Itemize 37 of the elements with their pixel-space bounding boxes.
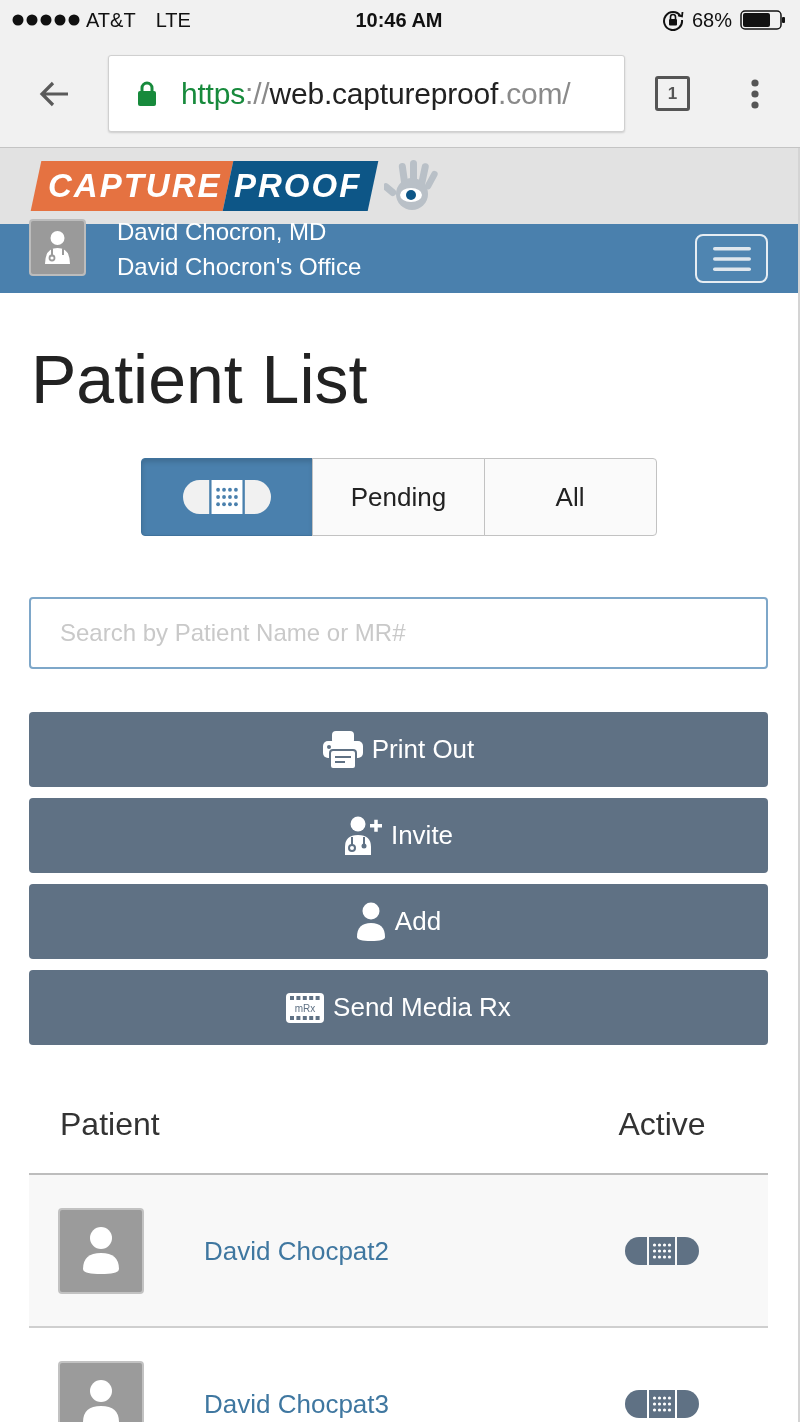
hamburger-menu-icon xyxy=(712,246,751,271)
url-text: https://web.captureproof.com/ xyxy=(181,76,571,111)
battery-percent: 68% xyxy=(691,8,732,32)
invite-button[interactable]: Invite xyxy=(29,798,768,873)
filter-tab[interactable] xyxy=(140,458,314,536)
column-header: Patient xyxy=(60,1105,160,1143)
person-icon xyxy=(355,901,386,942)
hand-eye-icon xyxy=(383,160,440,212)
tab-switcher-button[interactable]: 1 xyxy=(655,76,690,111)
status-time: 10:46 AM xyxy=(355,8,443,32)
film-strip-icon: mRx xyxy=(286,992,325,1023)
url-field[interactable]: https://web.captureproof.com/ xyxy=(108,55,625,132)
doctor-avatar-icon xyxy=(29,219,86,276)
column-header: Active xyxy=(618,1105,706,1143)
signal-strength-icon xyxy=(12,14,80,26)
battery-icon xyxy=(740,10,786,30)
rotation-lock-icon xyxy=(661,9,684,31)
doctor-plus-icon xyxy=(343,815,382,856)
add-button[interactable]: Add xyxy=(29,884,768,959)
doctor-name: David Chocron, MD xyxy=(117,217,327,247)
printer-icon xyxy=(322,729,363,770)
back-arrow-icon[interactable] xyxy=(38,79,70,108)
person-avatar-icon xyxy=(58,1207,144,1294)
more-options-icon[interactable] xyxy=(750,78,760,109)
page-title: Patient List xyxy=(31,340,368,419)
patient-name-link[interactable]: David Chocpat3 xyxy=(204,1388,389,1419)
patient-name-link[interactable]: David Chocpat2 xyxy=(204,1235,389,1266)
carrier-name: AT&T xyxy=(86,8,136,32)
filter-tab[interactable]: Pending xyxy=(312,458,485,536)
send-media-rx-button[interactable]: mRx Send Media Rx xyxy=(29,970,768,1045)
office-name: David Chocron's Office xyxy=(117,252,362,282)
print-out-button[interactable]: Print Out xyxy=(29,712,768,787)
bandage-icon xyxy=(183,480,271,514)
filter-tab[interactable]: All xyxy=(483,458,657,536)
network-type: LTE xyxy=(155,8,191,32)
lock-icon xyxy=(137,81,157,106)
menu-button[interactable] xyxy=(695,234,768,283)
